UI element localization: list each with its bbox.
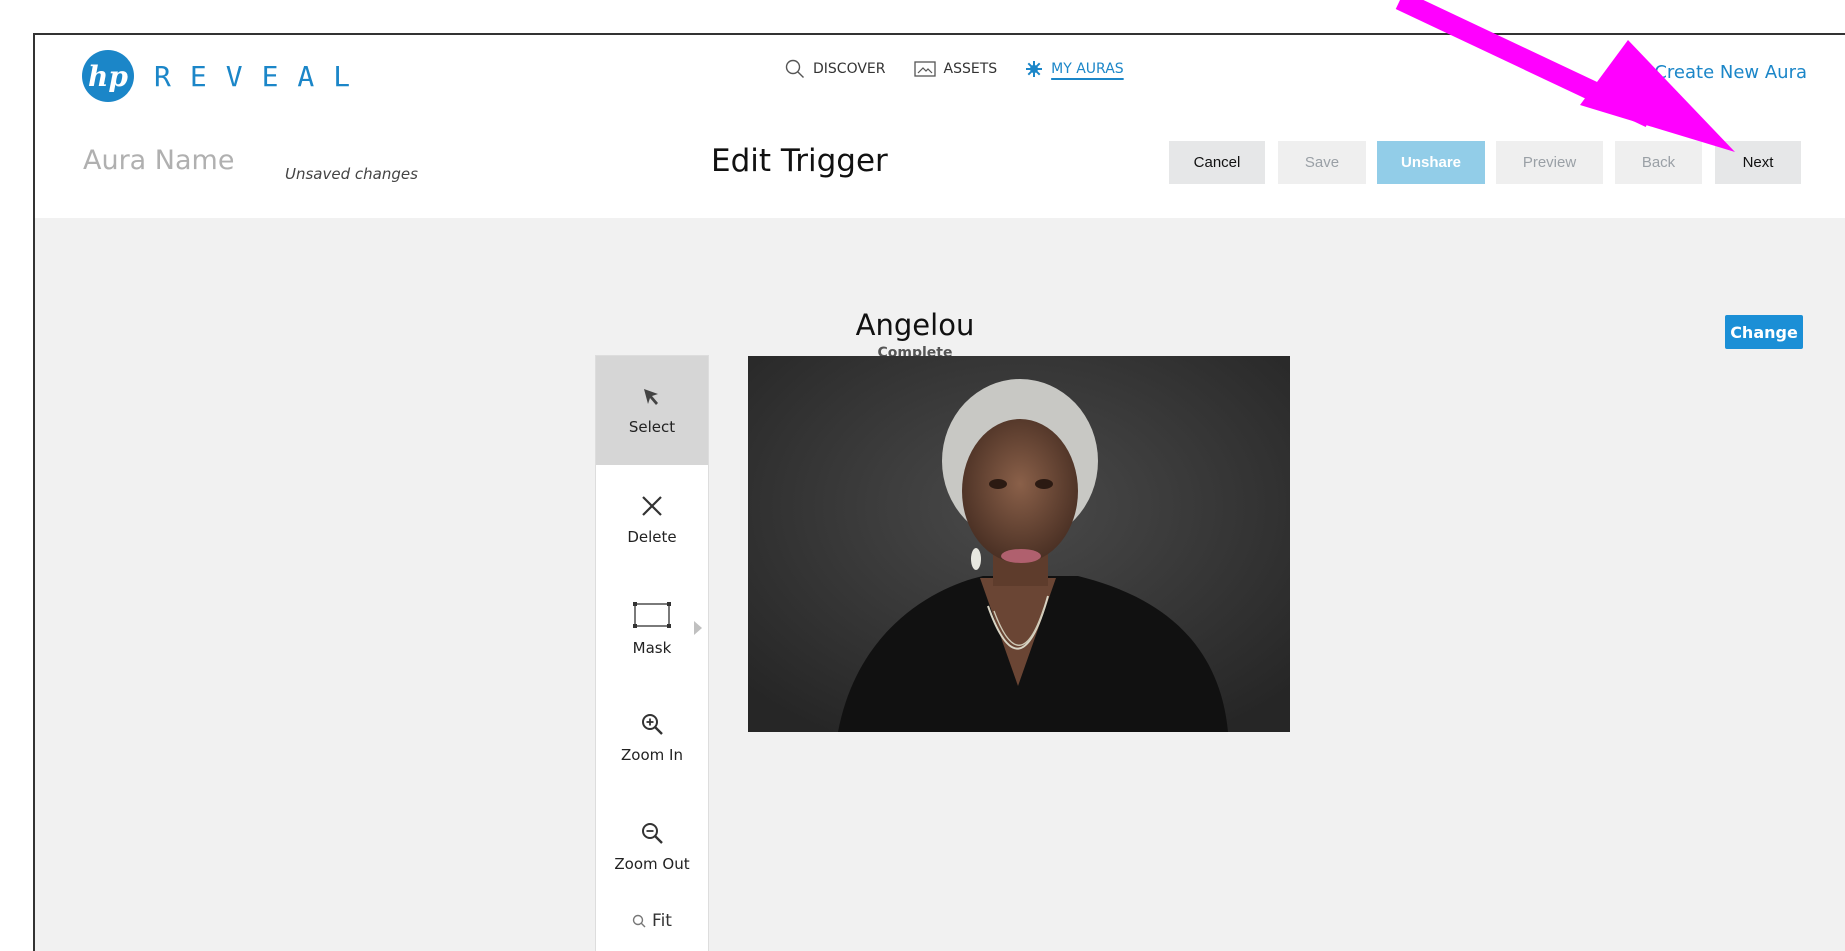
aura-star-icon	[1026, 61, 1043, 77]
zoom-in-tool[interactable]: Zoom In	[596, 683, 708, 792]
save-button[interactable]: Save	[1278, 141, 1366, 184]
nav-assets-label: ASSETS	[943, 61, 998, 77]
change-button[interactable]: Change	[1725, 315, 1803, 349]
zoom-out-tool[interactable]: Zoom Out	[596, 792, 708, 901]
create-new-aura-label: Create New Aura	[1654, 61, 1807, 83]
nav-discover[interactable]: DISCOVER	[785, 59, 886, 79]
select-tool[interactable]: Select	[596, 356, 708, 465]
delete-tool-label: Delete	[627, 527, 677, 546]
fit-tool[interactable]: Fit	[596, 901, 708, 941]
delete-tool[interactable]: Delete	[596, 465, 708, 574]
unsaved-status: Unsaved changes	[285, 165, 418, 183]
cursor-arrow-icon	[644, 388, 658, 405]
create-new-aura-link[interactable]: + Create New Aura	[1628, 60, 1807, 84]
app-window: hp REVEAL DISCOVER ASSETS MY AURAS + Cre…	[33, 33, 1845, 951]
zoom-in-tool-label: Zoom In	[621, 745, 683, 764]
nav-my-auras-label: MY AURAS	[1051, 61, 1124, 77]
fit-tool-label: Fit	[652, 911, 672, 931]
mask-tool[interactable]: Mask	[596, 574, 708, 683]
trigger-workspace: Angelou Complete Change Select Delete Ma…	[35, 218, 1845, 951]
plus-icon: +	[1627, 60, 1645, 84]
mask-tool-label: Mask	[632, 638, 672, 657]
cancel-button[interactable]: Cancel	[1169, 141, 1265, 184]
portrait-photo	[748, 356, 1290, 732]
zoom-in-icon	[642, 713, 663, 735]
zoom-out-tool-label: Zoom Out	[614, 854, 690, 873]
hp-logo-icon: hp	[82, 50, 134, 102]
submenu-arrow-icon[interactable]	[694, 620, 702, 635]
top-navigation: hp REVEAL DISCOVER ASSETS MY AURAS + Cre…	[35, 35, 1845, 218]
edit-toolbar: Select Delete Mask Zoom In Zoom Out Fit	[595, 355, 709, 951]
magnifier-icon	[632, 914, 646, 928]
nav-discover-label: DISCOVER	[813, 61, 886, 77]
image-icon	[913, 61, 936, 77]
zoom-out-icon	[642, 822, 663, 844]
search-icon	[785, 59, 804, 78]
back-button[interactable]: Back	[1615, 141, 1702, 184]
preview-button[interactable]: Preview	[1496, 141, 1603, 184]
unshare-button[interactable]: Unshare	[1377, 141, 1485, 184]
select-tool-label: Select	[628, 417, 676, 436]
nav-my-auras[interactable]: MY AURAS	[1025, 60, 1124, 78]
trigger-image[interactable]	[748, 356, 1290, 732]
page-title: Edit Trigger	[711, 143, 888, 179]
main-nav: DISCOVER ASSETS MY AURAS	[785, 59, 1152, 79]
next-button[interactable]: Next	[1715, 141, 1801, 184]
nav-assets[interactable]: ASSETS	[913, 61, 998, 77]
close-icon	[642, 495, 662, 516]
aura-name[interactable]: Aura Name	[83, 145, 234, 176]
hp-reveal-logo[interactable]: hp REVEAL	[82, 50, 369, 102]
brand-name: REVEAL	[154, 59, 370, 93]
trigger-name: Angelou	[855, 308, 975, 342]
mask-rectangle-icon	[633, 601, 671, 628]
